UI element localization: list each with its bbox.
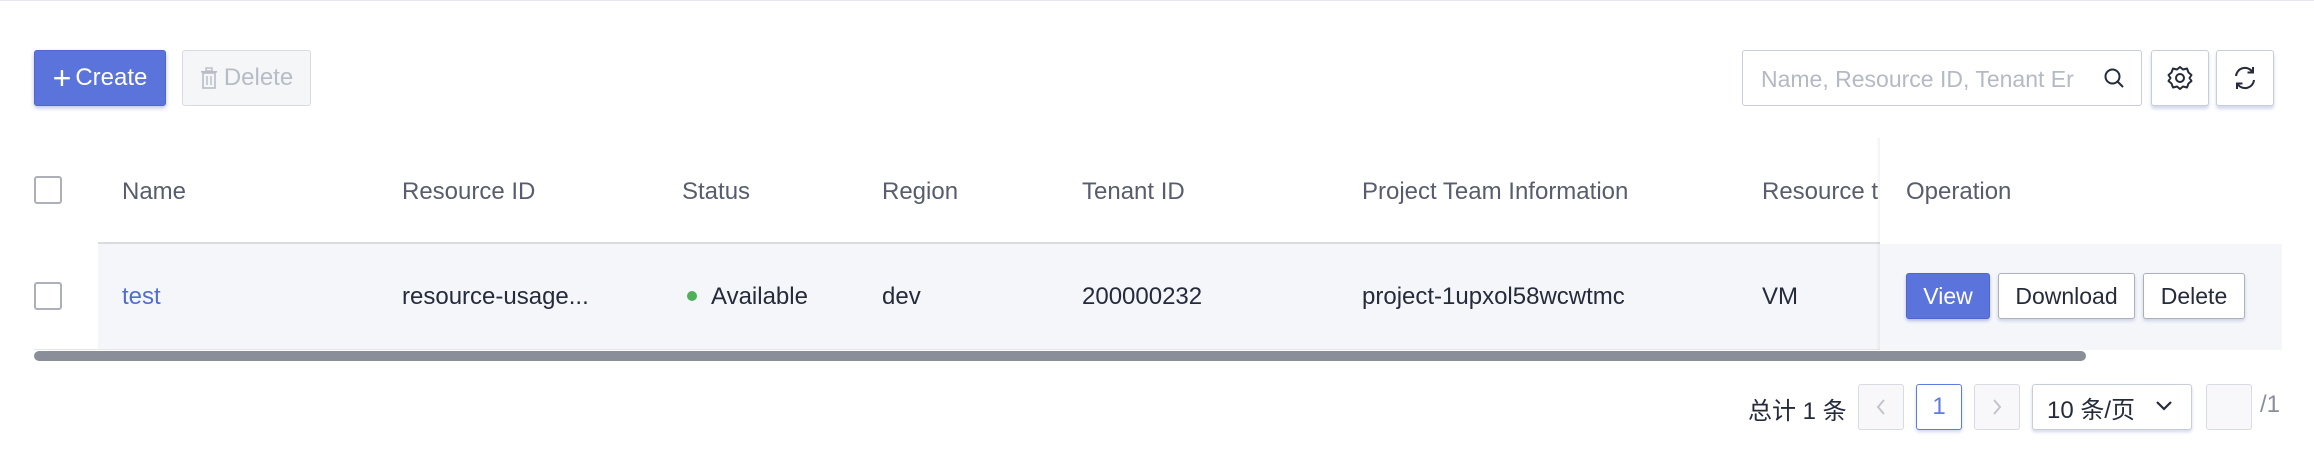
trash-icon xyxy=(200,67,217,89)
resource-type-cell: VM xyxy=(1762,283,1880,311)
settings-button[interactable] xyxy=(2151,50,2209,106)
refresh-button[interactable] xyxy=(2216,50,2274,106)
gear-icon xyxy=(2167,66,2193,90)
column-header-resource-type-label: Resource t xyxy=(1762,178,1879,205)
search-input[interactable] xyxy=(1759,63,2085,95)
status-available-dot xyxy=(687,290,697,301)
chevron-left-icon xyxy=(1876,399,1885,415)
view-button[interactable]: View xyxy=(1906,273,1990,319)
column-header-name[interactable]: Name xyxy=(122,178,186,206)
horizontal-scrollbar[interactable] xyxy=(34,351,2086,361)
column-header-resource-id[interactable]: Resource ID xyxy=(402,178,535,206)
create-button-label: Create xyxy=(75,64,148,91)
page-jump-input[interactable] xyxy=(2206,384,2252,430)
select-all-checkbox[interactable] xyxy=(34,176,62,204)
tenant-id-cell: 200000232 xyxy=(1082,283,1203,310)
page-size-select[interactable]: 10 条/页 xyxy=(2032,384,2192,430)
page-size-label: 10 条/页 xyxy=(2047,396,2136,424)
region-cell: dev xyxy=(882,283,921,310)
search-icon[interactable] xyxy=(2103,67,2125,89)
project-team-cell: project-1upxol58wcwtmc xyxy=(1362,283,1625,310)
delete-button-label: Delete xyxy=(223,64,294,91)
resource-id-cell: resource-usage... xyxy=(402,283,589,310)
status-cell: Available xyxy=(687,283,808,311)
chevron-down-icon xyxy=(2156,401,2172,411)
next-page-button[interactable] xyxy=(1974,384,2020,430)
chevron-right-icon xyxy=(1993,399,2002,415)
status-label: Available xyxy=(711,283,808,310)
row-checkbox[interactable] xyxy=(34,282,62,310)
resource-type-label: VM xyxy=(1762,283,1798,310)
top-divider xyxy=(0,0,2314,1)
delete-button[interactable]: Delete xyxy=(182,50,311,106)
column-header-status[interactable]: Status xyxy=(682,178,750,206)
page-1-button[interactable]: 1 xyxy=(1916,384,1962,430)
plus-icon: + xyxy=(52,60,72,96)
column-header-resource-type[interactable]: Resource t xyxy=(1762,178,1880,206)
prev-page-button[interactable] xyxy=(1858,384,1904,430)
column-header-region[interactable]: Region xyxy=(882,178,958,206)
refresh-icon xyxy=(2235,66,2255,90)
search-box[interactable] xyxy=(1742,50,2142,106)
column-header-project-team[interactable]: Project Team Information xyxy=(1362,178,1628,206)
download-button[interactable]: Download xyxy=(1998,273,2135,319)
resource-name-link[interactable]: test xyxy=(122,283,161,311)
column-header-operation: Operation xyxy=(1906,178,2012,205)
total-pages: /1 xyxy=(2260,391,2281,418)
column-header-tenant-id[interactable]: Tenant ID xyxy=(1082,178,1185,206)
row-delete-button[interactable]: Delete xyxy=(2143,273,2245,319)
create-button[interactable]: + Create xyxy=(34,50,166,106)
total-count: 总计 1 条 xyxy=(1748,398,1847,425)
